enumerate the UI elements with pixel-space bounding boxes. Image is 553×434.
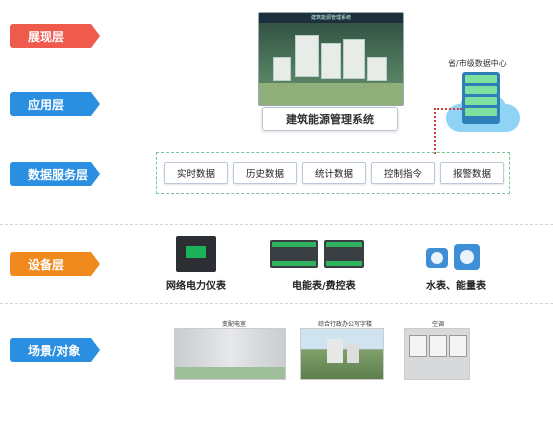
energy-meter-icon [324,240,364,268]
data-service-control: 控制指令 [371,162,435,184]
layer-label: 设备层 [28,257,65,272]
switchgear-floor [175,367,285,379]
layer-label: 数据服务层 [28,167,89,182]
layer-tag-scene: 场景/对象 [10,338,100,362]
layer-label: 应用层 [28,97,65,112]
server-icon [462,72,500,124]
screenshot-title-bar: 建筑能源管理系统 [259,13,403,23]
device-label-power-meter: 网络电力仪表 [166,281,226,292]
data-service-alarm: 报警数据 [440,162,504,184]
office-building-image [300,328,384,380]
scene-title-air-conditioner: 空调 [432,321,445,328]
building-model [367,57,387,81]
layer-tag-device: 设备层 [10,252,100,276]
meter-terminal-strip [272,261,316,266]
server-slot [465,97,497,105]
screenshot-title: 建筑能源管理系统 [310,15,352,21]
office-building [347,343,359,363]
data-service-history: 历史数据 [233,162,297,184]
building-model [295,35,319,77]
scene-title-switchgear: 变配电室 [222,321,247,328]
building-model [321,43,341,79]
ac-unit [409,335,427,357]
layer-tag-presentation: 展现层 [10,24,100,48]
system-screenshot: 建筑能源管理系统 [258,12,404,106]
device-label-energy-meter: 电能表/费控表 [292,281,356,292]
meter-dial [460,250,474,264]
layer-tag-application: 应用层 [10,92,100,116]
system-name: 建筑能源管理系统 [286,113,374,126]
ground-plane [259,83,403,105]
ac-unit [449,335,467,357]
data-center-label: 省/市级数据中心 [448,59,507,68]
meter-terminal-strip [326,261,362,266]
ac-unit [429,335,447,357]
layer-separator [0,303,553,304]
scene-title-office: 综合行政办公写字楼 [318,321,373,328]
meter-dial [431,252,443,264]
server-slot [465,75,497,83]
water-meter-icon [426,248,448,268]
data-service-realtime: 实时数据 [164,162,228,184]
layer-separator [0,224,553,225]
data-center-connector [434,108,462,154]
building-model [273,57,291,81]
meter-terminal-strip [272,242,316,247]
layer-label: 展现层 [28,29,65,44]
server-slot [465,108,497,116]
water-meter-icon [454,244,480,270]
energy-meter-icon [270,240,318,268]
layer-label: 场景/对象 [28,343,81,358]
system-name-box: 建筑能源管理系统 [262,107,398,131]
data-service-statistics: 统计数据 [302,162,366,184]
switchgear-room-image [174,328,286,380]
meter-terminal-strip [326,242,362,247]
device-label-water-meter: 水表、能量表 [426,281,486,292]
meter-display [186,246,206,258]
office-building [327,339,343,363]
air-conditioner-image [404,328,470,380]
power-meter-icon [176,236,216,272]
layer-tag-data-service: 数据服务层 [10,162,100,186]
server-slot [465,86,497,94]
building-model [343,39,365,79]
